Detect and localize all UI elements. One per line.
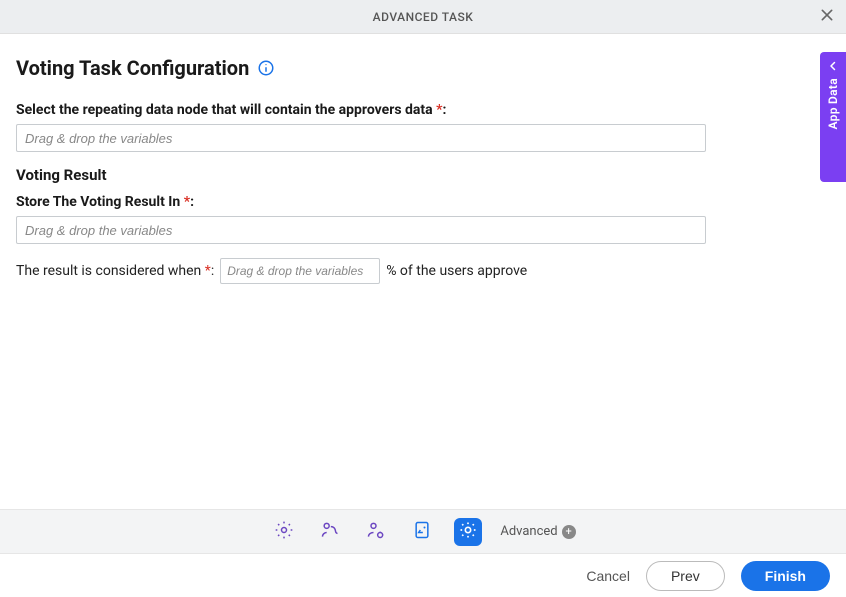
user-route-icon (320, 520, 340, 544)
dialog-footer: Cancel Prev Finish (0, 553, 846, 597)
threshold-input[interactable] (220, 258, 380, 284)
gear-icon (274, 520, 294, 544)
store-result-label: Store The Voting Result In *: (16, 194, 194, 210)
gear-filled-icon (458, 520, 478, 544)
page-title: Voting Task Configuration (16, 56, 249, 80)
finish-button[interactable]: Finish (741, 561, 830, 591)
close-button[interactable] (816, 6, 838, 28)
approvers-drop-input[interactable] (16, 124, 706, 152)
stepper-bar: Advanced + (0, 509, 846, 553)
form-icon (412, 520, 432, 544)
step-settings[interactable] (270, 518, 298, 546)
cancel-button[interactable]: Cancel (586, 568, 630, 584)
threshold-prefix: The result is considered when *: (16, 263, 214, 279)
chevron-left-icon (827, 60, 839, 72)
step-voting-config[interactable] (454, 518, 482, 546)
user-lock-icon (366, 520, 386, 544)
close-icon (819, 7, 835, 27)
dialog-title: ADVANCED TASK (373, 10, 474, 24)
advanced-label: Advanced (500, 524, 557, 539)
dialog-content: Voting Task Configuration Select the rep… (0, 34, 846, 509)
step-assignees[interactable] (316, 518, 344, 546)
prev-button[interactable]: Prev (646, 561, 725, 591)
app-data-label: App Data (826, 78, 840, 129)
info-icon[interactable] (257, 59, 275, 77)
plus-icon: + (562, 525, 576, 539)
step-form[interactable] (408, 518, 436, 546)
dialog-header: ADVANCED TASK (0, 0, 846, 34)
approvers-label: Select the repeating data node that will… (16, 102, 446, 118)
step-permissions[interactable] (362, 518, 390, 546)
advanced-toggle[interactable]: Advanced + (500, 524, 575, 539)
voting-result-heading: Voting Result (16, 166, 830, 184)
store-result-input[interactable] (16, 216, 706, 244)
threshold-suffix: % of the users approve (386, 263, 527, 279)
app-data-panel-toggle[interactable]: App Data (820, 52, 846, 182)
